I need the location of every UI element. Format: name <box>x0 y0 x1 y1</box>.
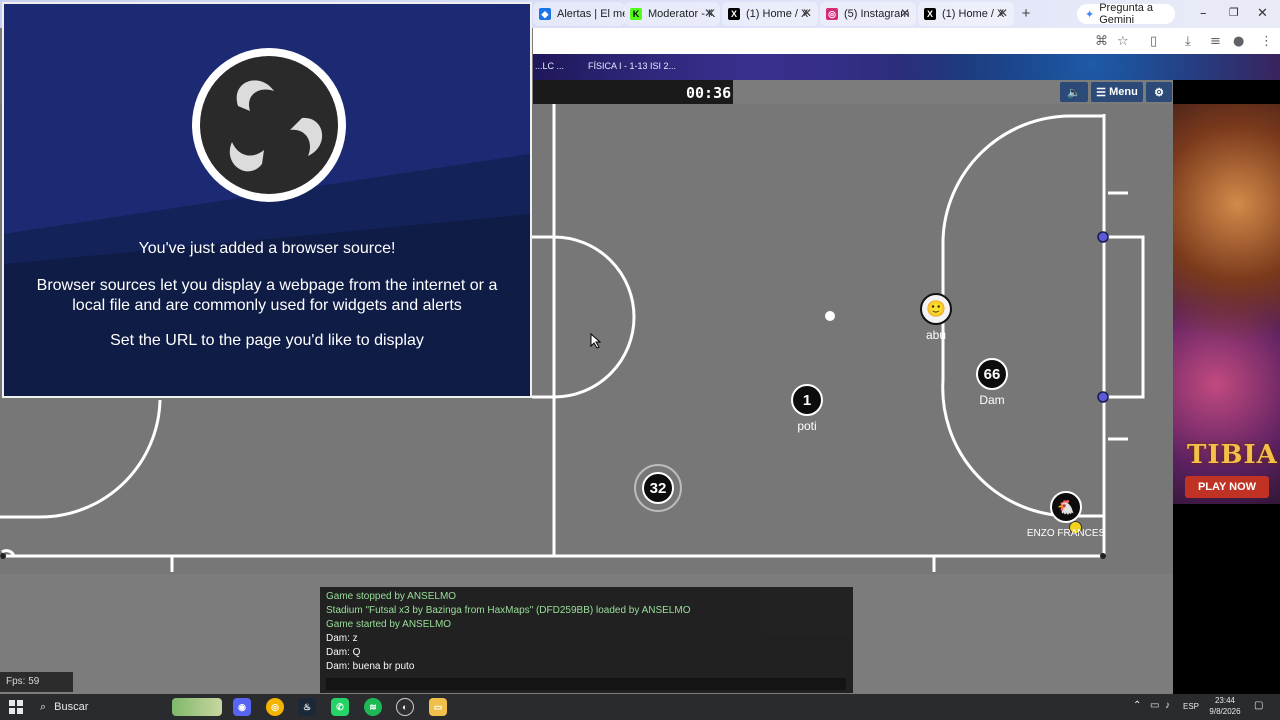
face-avatar-icon: 🙂 <box>926 301 946 318</box>
side-strip <box>1173 80 1280 104</box>
chat-input[interactable] <box>326 678 846 690</box>
network-icon[interactable]: ▭ <box>1150 700 1159 711</box>
game-chat: Game stopped by ANSELMO Stadium "Futsal … <box>320 587 853 693</box>
player-disc-32: 32 <box>642 472 674 504</box>
player-disc-1: 1 <box>791 384 823 416</box>
player-name: ENZO FRANCES <box>1026 528 1106 539</box>
right-goal <box>1104 235 1145 399</box>
clock[interactable]: 23:44 9/8/2026 <box>1205 695 1245 717</box>
chat-message: Game stopped by ANSELMO <box>326 591 457 602</box>
download-icon[interactable]: ⤓ <box>1185 34 1191 49</box>
player-name: abu <box>925 328 947 342</box>
sound-button[interactable]: 🔈 <box>1060 82 1088 102</box>
menu-label: Menu <box>1109 86 1138 98</box>
mouse-cursor-icon <box>590 333 602 349</box>
chat-message: Dam: z <box>326 633 358 644</box>
widgets-icon[interactable] <box>172 698 222 716</box>
menu-button[interactable]: ☰ Menu <box>1091 82 1143 102</box>
chat-message: Stadium "Futsal x3 by Bazinga from HaxMa… <box>326 605 691 616</box>
language-indicator[interactable]: ESP <box>1183 702 1199 711</box>
restore-icon[interactable]: ❐ <box>1229 6 1239 19</box>
goalpost-bottom <box>1097 391 1109 403</box>
volume-icon[interactable]: ♪ <box>1165 700 1170 711</box>
left-penalty-area <box>0 399 162 519</box>
ad-banner[interactable]: TIBIA PLAY NOW <box>1173 104 1280 504</box>
fps-counter: Fps: 59 <box>0 672 73 692</box>
whatsapp-icon[interactable]: ✆ <box>331 698 349 716</box>
screen: ◆ Alertas | El me K Moderator - K ✕ X (1… <box>0 0 1280 720</box>
chicken-avatar-icon: 🐔 <box>1057 498 1075 515</box>
player-name: poti <box>797 419 817 433</box>
taskbar: ⌕ Buscar ◉ ◎ ♨ ✆ ≋ ◐ ▭ ⌃ ▭ ♪ ESP 23:44 9… <box>0 694 1280 720</box>
obs-title: You've just added a browser source! <box>138 240 396 257</box>
close-window-icon[interactable]: ✕ <box>1257 6 1268 21</box>
right-penalty-area <box>941 114 1104 518</box>
chat-message: Game started by ANSELMO <box>326 619 452 630</box>
spotify-icon[interactable]: ≋ <box>364 698 382 716</box>
notification-icon[interactable]: ▢ <box>1254 700 1263 711</box>
obs-instruction: Set the URL to the page you'd like to di… <box>110 332 424 349</box>
settings-button[interactable]: ⚙ <box>1146 82 1172 102</box>
side-strip <box>1173 504 1280 694</box>
corner-post <box>1100 553 1106 559</box>
file-explorer-icon[interactable]: ▭ <box>429 698 447 716</box>
obs-taskbar-icon[interactable]: ◐ <box>396 698 414 716</box>
obs-browser-source-overlay: You've just added a browser source! Brow… <box>2 2 532 398</box>
obs-body: Browser sources let you display a webpag… <box>36 277 498 314</box>
chrome-icon[interactable]: ◎ <box>266 698 284 716</box>
chevron-up-icon[interactable]: ⌃ <box>1133 700 1141 711</box>
search-label: Buscar <box>54 701 89 713</box>
match-timer: 00:36 <box>686 84 732 102</box>
speaker-icon: 🔈 <box>1067 86 1081 99</box>
goalpost-top <box>1097 231 1109 243</box>
ball <box>825 311 835 321</box>
reading-list-icon[interactable]: ≡ <box>1210 34 1221 49</box>
ad-play-now-button[interactable]: PLAY NOW <box>1185 476 1269 498</box>
clock-time: 23:44 <box>1214 696 1236 705</box>
corner-post-left <box>0 553 6 559</box>
search-icon: ⌕ <box>40 700 47 713</box>
steam-icon[interactable]: ♨ <box>298 698 316 716</box>
windows-start-icon[interactable] <box>9 700 23 714</box>
player-name: Dam <box>979 393 1005 407</box>
player-disc-abu: 🙂 <box>920 293 952 325</box>
obs-logo-icon <box>192 48 346 202</box>
discord-icon[interactable]: ◉ <box>233 698 251 716</box>
taskbar-search[interactable]: ⌕ Buscar <box>34 696 164 718</box>
ad-brand: TIBIA <box>1187 440 1278 470</box>
chat-message: Dam: Q <box>326 647 361 658</box>
player-disc-66: 66 <box>976 358 1008 390</box>
gear-icon: ⚙ <box>1154 86 1164 99</box>
hamburger-icon: ☰ <box>1096 86 1107 99</box>
minimize-icon[interactable]: – <box>1200 6 1207 21</box>
chat-message: Dam: buena br puto <box>326 661 415 672</box>
kebab-menu-icon[interactable]: ⋮ <box>1260 34 1273 49</box>
center-circle-right <box>553 235 636 399</box>
player-disc-enzo: 🐔 <box>1050 491 1082 523</box>
game-controls: 🔈 ☰ Menu ⚙ <box>1060 82 1172 102</box>
clock-date: 9/8/2026 <box>1209 707 1241 716</box>
profile-avatar-icon[interactable]: ● <box>1233 34 1244 49</box>
